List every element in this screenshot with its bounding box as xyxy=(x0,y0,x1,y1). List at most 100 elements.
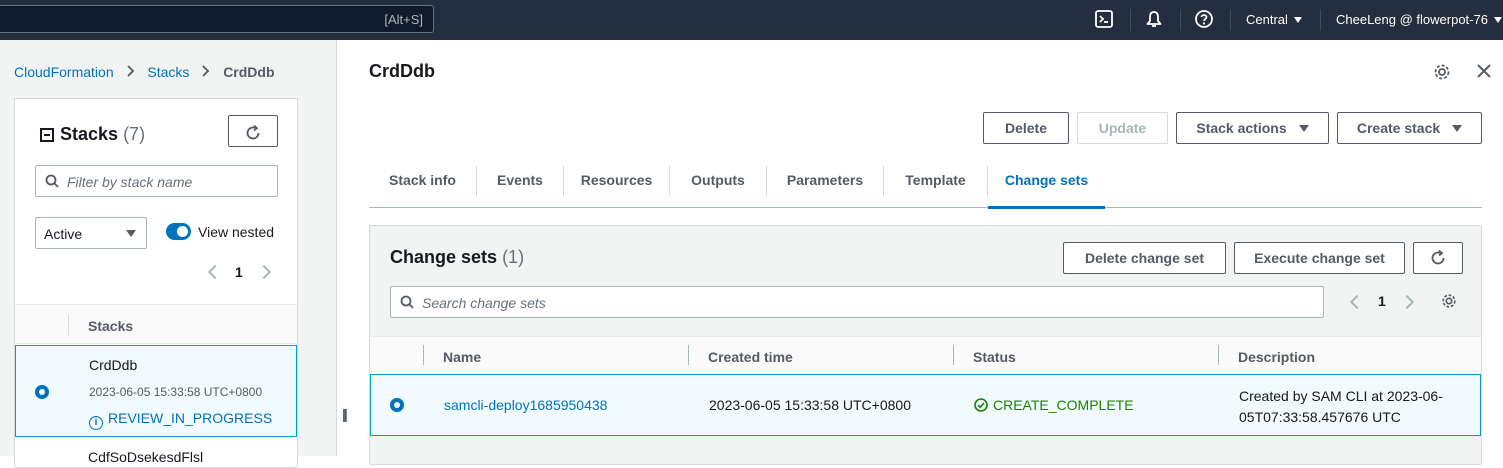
tab-events[interactable]: Events xyxy=(477,160,563,208)
description-line-1: Created by SAM CLI at 2023-06- xyxy=(1239,388,1443,404)
column-divider xyxy=(423,345,424,365)
stack-name: CrdDdb xyxy=(89,357,138,373)
notifications-icon[interactable] xyxy=(1144,9,1166,31)
change-set-row-selected[interactable]: samcli-deploy1685950438 2023-06-05 15:33… xyxy=(370,374,1481,436)
nav-divider xyxy=(1320,9,1321,31)
column-divider xyxy=(68,315,69,335)
change-set-radio-selected[interactable] xyxy=(390,398,404,412)
create-stack-dropdown[interactable]: Create stack xyxy=(1337,112,1482,144)
region-selector[interactable]: Central xyxy=(1246,12,1302,27)
change-set-description: Created by SAM CLI at 2023-06- 05T07:33:5… xyxy=(1239,386,1443,428)
account-menu[interactable]: CheeLeng @ flowerpot-76 xyxy=(1336,12,1502,27)
execute-change-set-button[interactable]: Execute change set xyxy=(1234,242,1405,274)
column-divider[interactable] xyxy=(953,345,954,365)
column-divider[interactable] xyxy=(1218,345,1219,365)
cloudshell-icon[interactable] xyxy=(1094,9,1116,31)
collapse-icon[interactable] xyxy=(40,128,54,142)
change-set-search-placeholder: Search change sets xyxy=(422,295,546,311)
tab-change-sets[interactable]: Change sets xyxy=(988,160,1105,209)
change-set-search-input[interactable]: Search change sets xyxy=(390,286,1324,318)
help-icon[interactable] xyxy=(1194,9,1216,31)
stack-row-selected[interactable]: CrdDdb 2023-06-05 15:33:58 UTC+0800 i REV… xyxy=(15,345,297,437)
change-sets-page-number[interactable]: 1 xyxy=(1378,293,1386,309)
refresh-icon xyxy=(1431,249,1445,265)
column-name[interactable]: Name xyxy=(443,349,481,365)
tab-stack-info[interactable]: Stack info xyxy=(369,160,476,208)
change-set-name-link[interactable]: samcli-deploy1685950438 xyxy=(444,397,607,413)
column-description[interactable]: Description xyxy=(1238,349,1315,365)
nav-divider xyxy=(1180,9,1181,31)
settings-gear-icon[interactable] xyxy=(1432,62,1452,87)
refresh-change-sets-button[interactable] xyxy=(1413,242,1463,274)
stack-filter-input[interactable]: Filter by stack name xyxy=(35,165,278,197)
nav-divider xyxy=(1130,9,1131,31)
close-icon[interactable] xyxy=(1476,63,1492,84)
refresh-stacks-button[interactable] xyxy=(228,115,278,147)
stack-created-time: 2023-06-05 15:33:58 UTC+0800 xyxy=(89,385,263,399)
change-sets-title: Change sets xyxy=(390,247,498,267)
view-nested-toggle[interactable] xyxy=(166,223,191,240)
status-filter-value: Active xyxy=(44,226,83,242)
column-divider[interactable] xyxy=(688,345,689,365)
stacks-heading: Stacks (7) xyxy=(60,124,145,145)
stacks-side-panel: CloudFormation Stacks CrdDdb Stacks (7) … xyxy=(0,40,337,468)
service-search-input[interactable]: [Alt+S] xyxy=(0,5,434,33)
stack-radio-selected[interactable] xyxy=(35,385,49,399)
stacks-column-label: Stacks xyxy=(88,318,134,334)
chevron-down-icon xyxy=(1293,17,1302,23)
status-filter-select[interactable]: Active xyxy=(35,217,147,249)
caret-down-icon xyxy=(1452,125,1463,132)
change-sets-count: (1) xyxy=(502,247,525,267)
info-icon: i xyxy=(89,416,103,430)
column-status[interactable]: Status xyxy=(973,349,1016,365)
stack-filter-placeholder: Filter by stack name xyxy=(67,174,193,190)
page-title: CrdDdb xyxy=(369,61,435,81)
nav-divider xyxy=(1230,9,1231,31)
stacks-list-card: Stacks (7) Filter by stack name Active V… xyxy=(14,98,298,468)
search-icon xyxy=(45,174,59,188)
breadcrumb-cloudformation[interactable]: CloudFormation xyxy=(14,64,114,80)
delete-change-set-button[interactable]: Delete change set xyxy=(1063,242,1226,274)
change-sets-container: Change sets (1) Delete change set Execut… xyxy=(369,225,1482,465)
stacks-count: (7) xyxy=(123,124,146,144)
tab-parameters[interactable]: Parameters xyxy=(767,160,883,208)
delete-stack-button[interactable]: Delete xyxy=(983,112,1069,144)
breadcrumb-stacks[interactable]: Stacks xyxy=(147,64,189,80)
change-sets-table-header: Name Created time Status Description xyxy=(370,336,1481,374)
caret-down-icon xyxy=(126,230,136,237)
stacks-title: Stacks xyxy=(60,124,119,144)
stacks-list-header: Stacks xyxy=(15,304,297,344)
column-created-time[interactable]: Created time xyxy=(708,349,793,365)
update-stack-button[interactable]: Update xyxy=(1077,112,1168,144)
stack-status-label: REVIEW_IN_PROGRESS xyxy=(108,410,273,426)
tab-resources[interactable]: Resources xyxy=(564,160,669,208)
search-shortcut-hint: [Alt+S] xyxy=(384,12,423,27)
view-nested-label: View nested xyxy=(198,224,275,240)
next-page-icon[interactable] xyxy=(256,264,272,280)
create-stack-label: Create stack xyxy=(1356,120,1441,136)
stack-row-partial[interactable]: CdfSoDsekesdFlsl xyxy=(88,449,203,465)
change-sets-heading: Change sets (1) xyxy=(390,247,524,268)
chevron-down-icon xyxy=(1493,17,1502,23)
caret-down-icon xyxy=(1298,125,1309,132)
chevron-right-icon xyxy=(202,64,210,80)
next-page-icon[interactable] xyxy=(1399,294,1415,310)
previous-page-icon[interactable] xyxy=(207,264,223,280)
refresh-icon xyxy=(246,124,260,139)
search-icon xyxy=(400,295,414,309)
panel-resize-handle[interactable]: || xyxy=(342,406,348,422)
stack-detail-tabs: Stack info Events Resources Outputs Para… xyxy=(369,160,1482,209)
description-line-2: 05T07:33:58.457676 UTC xyxy=(1239,409,1401,425)
region-label: Central xyxy=(1246,12,1288,27)
previous-page-icon[interactable] xyxy=(1349,294,1365,310)
tab-outputs[interactable]: Outputs xyxy=(670,160,766,208)
change-set-created-time: 2023-06-05 15:33:58 UTC+0800 xyxy=(709,397,911,413)
change-set-status-label: CREATE_COMPLETE xyxy=(993,397,1134,413)
stack-status[interactable]: i REVIEW_IN_PROGRESS xyxy=(89,410,272,430)
breadcrumb: CloudFormation Stacks CrdDdb xyxy=(14,64,275,80)
preferences-gear-icon[interactable] xyxy=(1440,292,1458,315)
stack-actions-dropdown[interactable]: Stack actions xyxy=(1176,112,1329,144)
breadcrumb-current: CrdDdb xyxy=(223,64,275,80)
stacks-page-number[interactable]: 1 xyxy=(235,264,243,280)
tab-template[interactable]: Template xyxy=(884,160,987,208)
